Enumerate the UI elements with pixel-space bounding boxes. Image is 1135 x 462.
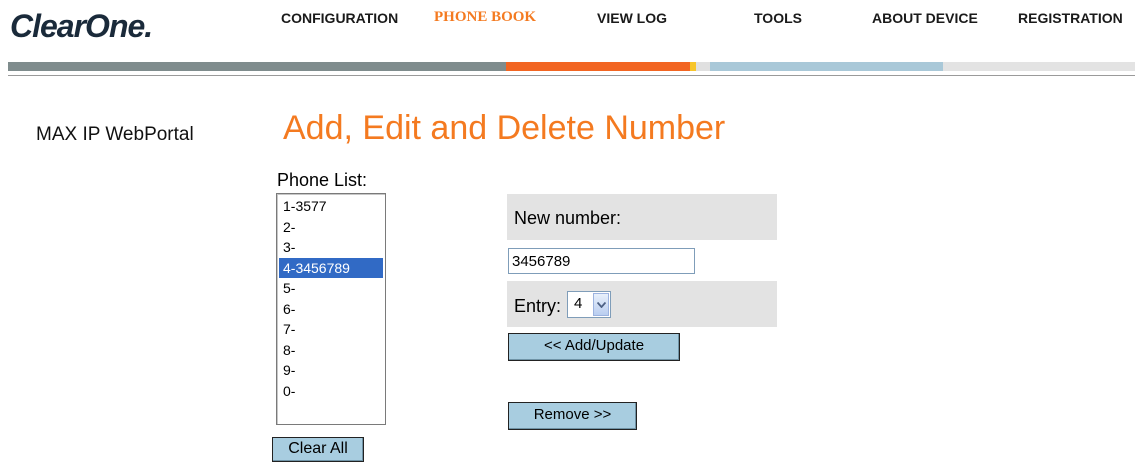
clear-all-button[interactable]: Clear All xyxy=(272,437,364,462)
phone-list-item[interactable]: 6- xyxy=(279,299,383,320)
nav-view-log[interactable]: VIEW LOG xyxy=(597,10,667,26)
nav-bar-segment-gray xyxy=(8,62,506,71)
portal-label: MAX IP WebPortal xyxy=(36,124,194,145)
phone-list-label: Phone List: xyxy=(277,170,368,190)
new-number-input[interactable] xyxy=(508,248,695,274)
entry-panel: Entry: 4 xyxy=(507,281,777,327)
nav-bar-segment-active xyxy=(506,62,690,71)
phone-list-item[interactable]: 0- xyxy=(279,381,383,402)
phone-list-item[interactable]: 2- xyxy=(279,217,383,238)
phone-list-item[interactable]: 8- xyxy=(279,340,383,361)
phone-list[interactable]: 1-3577 2- 3- 4-3456789 5- 6- 7- 8- 9- 0- xyxy=(276,193,386,425)
entry-select-value: 4 xyxy=(574,295,583,312)
clearone-logo: ClearOne. xyxy=(10,8,153,44)
nav-configuration[interactable]: CONFIGURATION xyxy=(281,10,398,26)
nav-bar-segment-light xyxy=(696,62,710,71)
nav-tools[interactable]: TOOLS xyxy=(754,10,802,26)
phone-list-item[interactable]: 1-3577 xyxy=(279,196,383,217)
chevron-down-icon[interactable] xyxy=(593,293,609,316)
phone-list-item[interactable]: 3- xyxy=(279,237,383,258)
page-title: Add, Edit and Delete Number xyxy=(283,109,726,147)
nav-registration[interactable]: REGISTRATION xyxy=(1018,10,1123,26)
entry-select[interactable]: 4 xyxy=(567,291,611,318)
phone-list-item[interactable]: 7- xyxy=(279,319,383,340)
nav-bar-segment-end xyxy=(943,62,1135,71)
phone-list-item[interactable]: 9- xyxy=(279,360,383,381)
nav-about-device[interactable]: ABOUT DEVICE xyxy=(872,10,978,26)
add-update-button[interactable]: << Add/Update xyxy=(508,333,680,361)
new-number-label: New number: xyxy=(514,208,622,228)
phone-list-item[interactable]: 5- xyxy=(279,278,383,299)
nav-bar-segment-blue xyxy=(710,62,943,71)
header-divider xyxy=(8,75,1135,76)
new-number-panel: New number: xyxy=(507,194,777,240)
nav-phone-book[interactable]: PHONE BOOK xyxy=(434,9,536,26)
entry-label: Entry: xyxy=(514,296,562,316)
remove-button[interactable]: Remove >> xyxy=(508,402,637,430)
phone-list-item-selected[interactable]: 4-3456789 xyxy=(279,257,383,278)
